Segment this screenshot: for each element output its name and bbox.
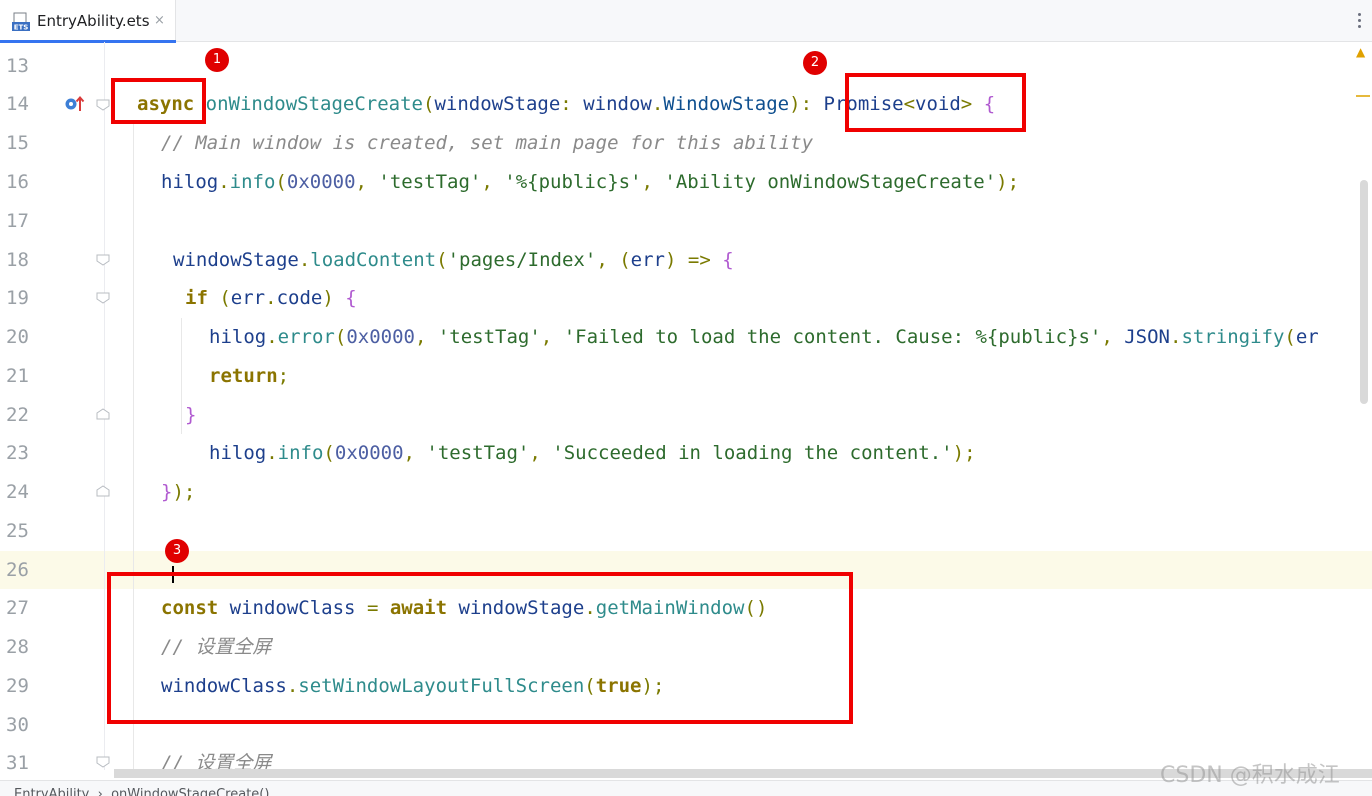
code-line-19: if (err.code) {	[185, 287, 357, 309]
fold-close-icon[interactable]	[96, 408, 110, 420]
line-number: 21	[6, 365, 29, 387]
code-line-22: }	[185, 404, 197, 426]
override-method-icon[interactable]	[64, 94, 86, 114]
code-line-18: windowStage.loadContent('pages/Index', (…	[173, 249, 734, 271]
line-number: 23	[6, 442, 29, 464]
line-number: 22	[6, 404, 29, 426]
line-number: 30	[6, 714, 29, 736]
line-number: 18	[6, 249, 29, 271]
vertical-scrollbar[interactable]	[1360, 180, 1368, 404]
line-number: 25	[6, 520, 29, 542]
fold-open-icon[interactable]	[96, 756, 110, 768]
line-number: 28	[6, 636, 29, 658]
warning-icon[interactable]: ▲	[1356, 45, 1365, 59]
line-number: 19	[6, 287, 29, 309]
line-number: 20	[6, 326, 29, 348]
watermark: CSDN @积水成江	[1160, 763, 1340, 788]
indent-guide	[181, 318, 182, 434]
line-number: 24	[6, 481, 29, 503]
annotation-box-1	[111, 78, 206, 124]
line-number: 29	[6, 675, 29, 697]
code-line-31: // 设置全屏	[161, 752, 272, 770]
tab-entryability[interactable]: ETS EntryAbility.ets ×	[0, 0, 176, 43]
line-number: 15	[6, 132, 29, 154]
gutter-divider	[104, 42, 105, 770]
fold-close-icon[interactable]	[96, 485, 110, 497]
fold-open-icon[interactable]	[96, 254, 110, 266]
scroll-marker[interactable]	[1356, 95, 1370, 97]
line-number: 14	[6, 93, 29, 115]
breadcrumb-path[interactable]: EntryAbility › onWindowStageCreate()	[14, 787, 269, 796]
code-line-16: hilog.info(0x0000, 'testTag', '%{public}…	[161, 171, 1020, 193]
annotation-box-2	[845, 73, 1026, 132]
line-number: 26	[6, 559, 29, 581]
ets-file-icon: ETS	[12, 12, 30, 32]
code-line-23: hilog.info(0x0000, 'testTag', 'Succeeded…	[209, 442, 976, 464]
more-vertical-icon[interactable]	[1352, 11, 1366, 31]
annotation-box-3	[107, 572, 853, 724]
line-number: 16	[6, 171, 29, 193]
code-line-21: return;	[209, 365, 290, 387]
line-number: 13	[6, 55, 29, 77]
editor-tab-bar: ETS EntryAbility.ets ×	[0, 0, 1372, 43]
svg-text:ETS: ETS	[14, 24, 29, 32]
fold-open-icon[interactable]	[96, 292, 110, 304]
line-number: 27	[6, 597, 29, 619]
annotation-badge-3: 3	[165, 539, 189, 563]
line-number: 31	[6, 752, 29, 770]
line-number: 17	[6, 210, 29, 232]
tab-title: EntryAbility.ets	[37, 12, 150, 30]
close-icon[interactable]: ×	[154, 13, 165, 28]
code-line-24: });	[161, 481, 196, 503]
code-line-20: hilog.error(0x0000, 'testTag', 'Failed t…	[209, 326, 1319, 348]
code-line-15: // Main window is created, set main page…	[161, 132, 814, 154]
fold-open-icon[interactable]	[96, 99, 110, 111]
annotation-badge-1: 1	[205, 48, 229, 72]
annotation-badge-2: 2	[803, 51, 827, 75]
